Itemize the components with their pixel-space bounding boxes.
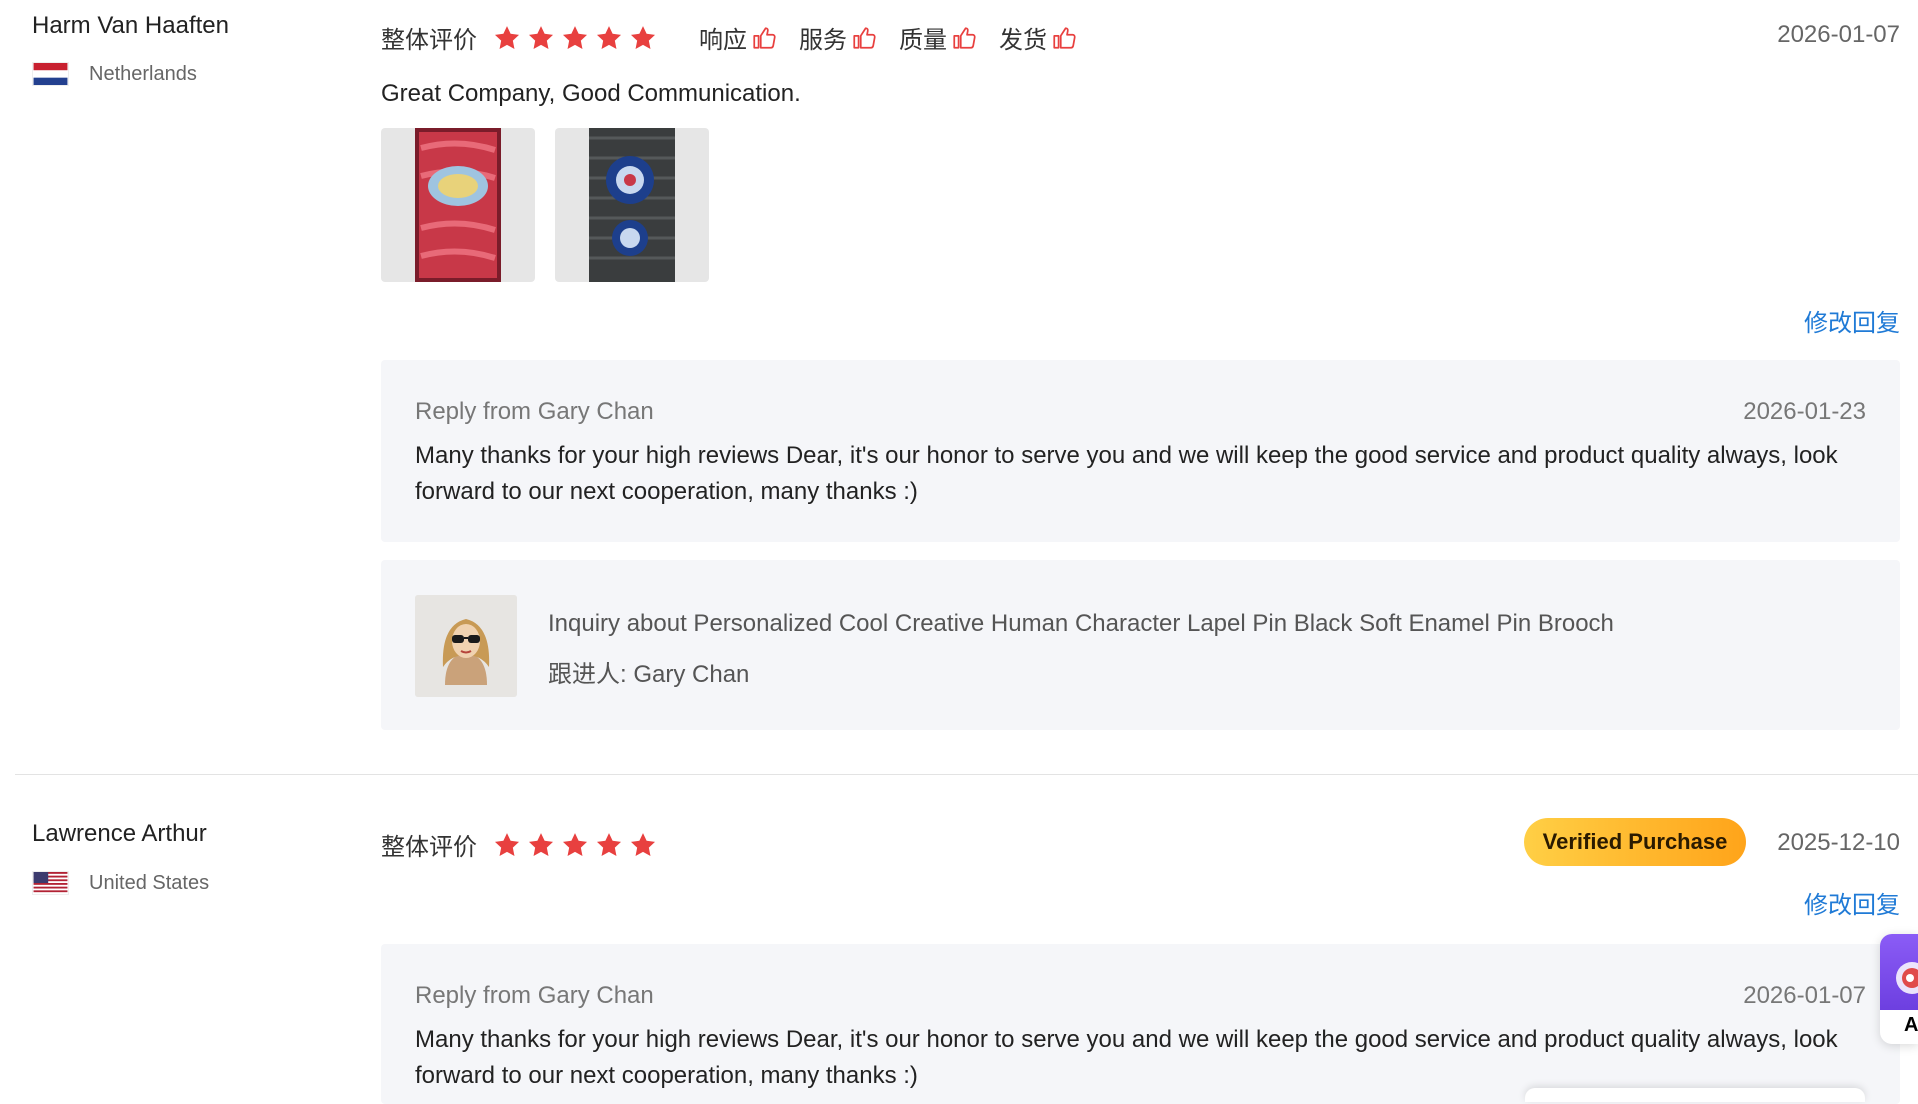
reply-date: 2026-01-07 xyxy=(1743,982,1866,1009)
star-icon xyxy=(527,24,555,52)
reviewer-name: Harm Van Haaften xyxy=(32,12,229,39)
inquiry-follower: 跟进人: Gary Chan xyxy=(548,661,750,688)
rating-row: 整体评价 xyxy=(381,827,657,862)
assistant-avatar-icon xyxy=(1880,934,1918,1010)
reviewer-country: Netherlands xyxy=(32,62,197,86)
review-date: 2025-12-10 xyxy=(1777,829,1900,856)
reply-text: Many thanks for your high reviews Dear, … xyxy=(415,442,1838,505)
seller-reply: Reply from Gary Chan 2026-01-07 Many tha… xyxy=(381,944,1900,1104)
country-name: United States xyxy=(89,871,210,894)
review-item: Harm Van Haaften Netherlands 整体评价 响应 服务 xyxy=(0,0,1918,776)
inquiry-product-thumbnail xyxy=(415,595,517,697)
thumbs-up-icon xyxy=(751,25,777,51)
thumbs-up-icon xyxy=(851,25,877,51)
sub-ratings: 响应 服务 质量 发货 xyxy=(699,20,1077,55)
inquiry-title[interactable]: Inquiry about Personalized Cool Creative… xyxy=(548,610,1614,638)
sub-rating-label: 质量 xyxy=(899,27,947,54)
sub-rating-response: 响应 xyxy=(699,20,777,55)
review-photo[interactable] xyxy=(381,128,535,282)
overall-rating-label: 整体评价 xyxy=(381,27,477,54)
reply-date: 2026-01-23 xyxy=(1743,398,1866,425)
reply-author: Reply from Gary Chan xyxy=(415,398,654,425)
blue-patch-photo-icon xyxy=(589,128,675,282)
star-icon xyxy=(493,831,521,859)
star-icon xyxy=(561,24,589,52)
thumbs-up-icon xyxy=(1051,25,1077,51)
star-icon xyxy=(527,831,555,859)
thumbs-up-icon xyxy=(951,25,977,51)
united-states-flag-icon xyxy=(32,871,69,895)
edit-reply-link[interactable]: 修改回复 xyxy=(1804,885,1900,920)
reviewer-name: Lawrence Arthur xyxy=(32,820,207,847)
star-rating xyxy=(493,24,657,52)
star-icon xyxy=(629,24,657,52)
star-icon xyxy=(595,831,623,859)
product-pin-icon xyxy=(415,595,517,697)
review-date: 2026-01-07 xyxy=(1777,21,1900,48)
review-text: Great Company, Good Communication. xyxy=(381,80,801,107)
country-name: Netherlands xyxy=(89,62,197,85)
sub-rating-label: 服务 xyxy=(799,27,847,54)
review-item: Lawrence Arthur United States 整体评价 Verif… xyxy=(0,776,1918,1104)
sub-rating-shipping: 发货 xyxy=(999,20,1077,55)
sub-rating-quality: 质量 xyxy=(899,20,977,55)
reply-text: Many thanks for your high reviews Dear, … xyxy=(415,1026,1838,1089)
sub-rating-label: 发货 xyxy=(999,27,1047,54)
star-icon xyxy=(629,831,657,859)
edit-reply-link[interactable]: 修改回复 xyxy=(1804,303,1900,338)
reviewer-country: United States xyxy=(32,871,209,895)
widget-letter: A xyxy=(1904,1014,1918,1036)
floating-assistant-widget[interactable]: A xyxy=(1880,934,1918,1044)
reply-author: Reply from Gary Chan xyxy=(415,982,654,1009)
review-photo[interactable] xyxy=(555,128,709,282)
rating-row: 整体评价 响应 服务 质量 发货 xyxy=(381,20,1077,55)
netherlands-flag-icon xyxy=(32,62,69,86)
star-icon xyxy=(493,24,521,52)
seller-reply: Reply from Gary Chan 2026-01-23 Many tha… xyxy=(381,360,1900,542)
bottom-popup-edge xyxy=(1525,1088,1865,1102)
star-rating xyxy=(493,831,657,859)
inquiry-card[interactable]: Inquiry about Personalized Cool Creative… xyxy=(381,560,1900,730)
star-icon xyxy=(561,831,589,859)
overall-rating-label: 整体评价 xyxy=(381,834,477,861)
sub-rating-service: 服务 xyxy=(799,20,877,55)
red-patch-photo-icon xyxy=(415,128,501,282)
review-divider xyxy=(15,774,1918,775)
star-icon xyxy=(595,24,623,52)
verified-purchase-badge: Verified Purchase xyxy=(1524,818,1746,866)
sub-rating-label: 响应 xyxy=(699,27,747,54)
